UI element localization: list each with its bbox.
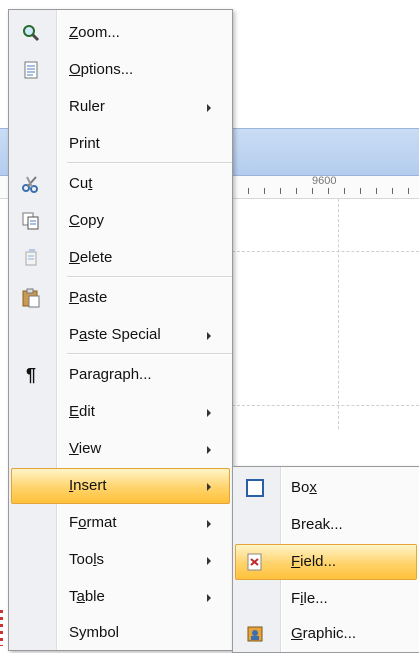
menu-item-format[interactable]: Format bbox=[11, 505, 230, 541]
copy-icon bbox=[21, 211, 41, 231]
submenu-arrow-icon bbox=[207, 594, 211, 602]
submenu-item-label: Break... bbox=[291, 516, 343, 533]
menu-item-zoom[interactable]: Zoom... bbox=[11, 15, 230, 51]
menu-item-label: Insert bbox=[69, 477, 107, 494]
submenu-item-box[interactable]: Box bbox=[235, 470, 417, 506]
submenu-item-field[interactable]: Field... bbox=[235, 544, 417, 580]
menu-item-delete[interactable]: Delete bbox=[11, 240, 230, 276]
menu-item-label: Format bbox=[69, 514, 117, 531]
menu-separator bbox=[67, 276, 232, 278]
menu-item-label: Cut bbox=[69, 175, 93, 192]
menu-item-label: Zoom... bbox=[69, 24, 120, 41]
menu-item-edit[interactable]: Edit bbox=[11, 394, 230, 430]
box-square-icon bbox=[245, 478, 265, 498]
menu-separator bbox=[67, 353, 232, 355]
submenu-arrow-icon bbox=[207, 332, 211, 340]
clipboard-paste-icon bbox=[21, 288, 41, 308]
menu-item-label: Print bbox=[69, 135, 100, 152]
menu-item-label: Copy bbox=[69, 212, 105, 229]
grid-line bbox=[232, 251, 419, 252]
menu-item-insert[interactable]: Insert bbox=[11, 468, 230, 504]
grid-line bbox=[338, 199, 339, 429]
submenu-arrow-icon bbox=[207, 483, 211, 491]
submenu-item-label: Field... bbox=[291, 553, 337, 570]
menu-item-table[interactable]: Table bbox=[11, 579, 230, 615]
ruler-label: 9600 bbox=[312, 175, 337, 187]
menu-item-label: Delete bbox=[69, 249, 113, 266]
submenu-item-file[interactable]: File... bbox=[235, 581, 417, 617]
zoom-magnifier-icon bbox=[21, 23, 41, 43]
context-menu: Zoom... Options... Ruler Print Cut Copy … bbox=[8, 9, 233, 651]
menu-item-tools[interactable]: Tools bbox=[11, 542, 230, 578]
menu-item-ruler[interactable]: Ruler bbox=[11, 89, 230, 125]
menu-item-label: Options... bbox=[69, 61, 134, 78]
margin-marks bbox=[0, 610, 3, 646]
menu-item-label: Tools bbox=[69, 551, 105, 568]
graphic-image-icon bbox=[245, 624, 265, 644]
submenu-item-label: Box bbox=[291, 479, 317, 496]
menu-item-options[interactable]: Options... bbox=[11, 52, 230, 88]
scissors-icon bbox=[21, 174, 41, 194]
menu-item-label: View bbox=[69, 440, 102, 457]
menu-item-print[interactable]: Print bbox=[11, 126, 230, 162]
menu-item-label: Paste Special bbox=[69, 326, 161, 343]
insert-submenu: Box Break... Field... File... Graphic... bbox=[232, 466, 419, 653]
menu-item-paste-special[interactable]: Paste Special bbox=[11, 317, 230, 353]
pilcrow-icon: ¶ bbox=[25, 365, 36, 385]
grid-line bbox=[232, 405, 419, 406]
field-icon bbox=[245, 552, 265, 572]
submenu-arrow-icon bbox=[207, 557, 211, 565]
submenu-arrow-icon bbox=[207, 446, 211, 454]
ruler-ticks bbox=[232, 188, 419, 194]
options-document-icon bbox=[21, 60, 41, 80]
menu-item-label: Paste bbox=[69, 289, 108, 306]
delete-icon bbox=[21, 248, 41, 268]
menu-item-cut[interactable]: Cut bbox=[11, 166, 230, 202]
submenu-arrow-icon bbox=[207, 409, 211, 417]
menu-item-paste[interactable]: Paste bbox=[11, 280, 230, 316]
submenu-item-label: File... bbox=[291, 590, 328, 607]
menu-item-label: Symbol bbox=[69, 624, 120, 641]
menu-item-label: Ruler bbox=[69, 98, 105, 115]
menu-item-view[interactable]: View bbox=[11, 431, 230, 467]
submenu-item-label: Graphic... bbox=[291, 625, 357, 642]
submenu-arrow-icon bbox=[207, 520, 211, 528]
menu-item-label: Paragraph... bbox=[69, 366, 152, 383]
submenu-item-graphic[interactable]: Graphic... bbox=[235, 616, 417, 652]
menu-item-label: Table bbox=[69, 588, 105, 605]
menu-item-label: Edit bbox=[69, 403, 95, 420]
menu-item-paragraph[interactable]: ¶ Paragraph... bbox=[11, 357, 230, 393]
menu-item-copy[interactable]: Copy bbox=[11, 203, 230, 239]
menu-separator bbox=[67, 162, 232, 164]
submenu-item-break[interactable]: Break... bbox=[235, 507, 417, 543]
submenu-arrow-icon bbox=[207, 104, 211, 112]
